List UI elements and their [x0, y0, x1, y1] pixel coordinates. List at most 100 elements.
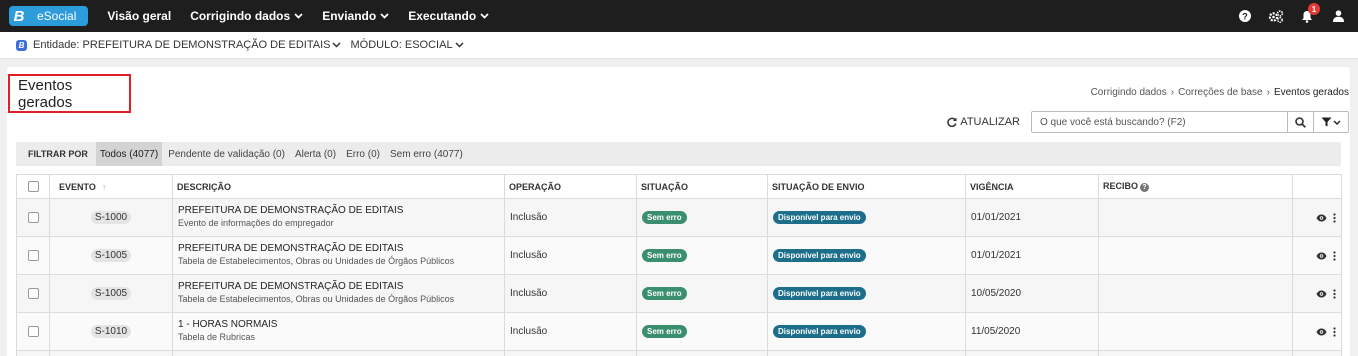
more-options-icon[interactable] [1333, 212, 1336, 223]
table-header-row: EVENTO ↑ DESCRIÇÃO OPERAÇÃO SITUAÇÃO SITU… [16, 174, 1342, 199]
status-badge: Sem erro [642, 325, 687, 338]
refresh-button[interactable]: ATUALIZAR [947, 116, 1020, 128]
app-logo[interactable]: B eSocial [9, 6, 89, 26]
situacao-cell: Sem erro [636, 236, 768, 275]
top-navbar: B eSocial Visão geral Corrigindo dados E… [0, 0, 1358, 32]
entity-logo-icon: B [16, 39, 27, 51]
search-input[interactable] [1031, 111, 1288, 133]
vigencia-cell: 11/05/2020 [965, 312, 1099, 351]
more-options-icon[interactable] [1333, 326, 1336, 337]
send-status-badge: Disponível para envio [773, 249, 866, 262]
eye-icon[interactable] [1316, 252, 1327, 260]
col-operacao[interactable]: OPERAÇÃO [504, 174, 637, 199]
empty-cell [1098, 350, 1293, 356]
table-row[interactable]: S-1010 1 - HORAS NORMAIS Tabela de Rubric… [16, 312, 1342, 351]
info-icon[interactable]: ? [1140, 182, 1150, 192]
chevron-down-icon [380, 13, 389, 19]
row-checkbox[interactable] [27, 250, 39, 261]
descricao-cell: PREFEITURA DE DEMONSTRAÇÃO DE EDITAIS Eve… [172, 198, 505, 237]
operacao-cell: Inclusão [504, 312, 637, 351]
send-status-badge: Disponível para envio [773, 211, 866, 224]
evento-badge: S-1005 [90, 249, 132, 262]
descricao-sub: Evento de informações do empregador [178, 218, 334, 228]
breadcrumb-link[interactable]: Correções de base [1178, 87, 1263, 98]
operacao-cell: Inclusão [504, 236, 637, 275]
module-selector[interactable]: MÓDULO: ESOCIAL [350, 39, 464, 51]
filter-erro[interactable]: Erro (0) [342, 142, 384, 166]
situacao-cell: Sem erro [636, 312, 768, 351]
situacao-cell: Sem erro [636, 198, 768, 237]
filter-sem-erro[interactable]: Sem erro (4077) [386, 142, 467, 166]
logo-b-icon: B [9, 6, 29, 26]
help-button[interactable]: ? [1234, 0, 1256, 32]
chevron-down-icon [1333, 120, 1341, 125]
situacao-envio-cell: Disponível para envio [767, 198, 966, 237]
toolbar: ATUALIZAR [947, 111, 1349, 133]
evento-cell: S-1005 [49, 274, 173, 313]
filter-alerta[interactable]: Alerta (0) [291, 142, 340, 166]
breadcrumb-link[interactable]: Corrigindo dados [1091, 87, 1167, 98]
col-recibo[interactable]: RECIBO? [1098, 174, 1293, 199]
help-icon: ? [1239, 10, 1251, 22]
row-select-cell [16, 236, 50, 275]
col-descricao[interactable]: DESCRIÇÃO [172, 174, 505, 199]
select-all-cell [16, 174, 50, 199]
empty-cell [1292, 350, 1342, 356]
main-card: Eventos gerados Corrigindo dados › Corre… [7, 67, 1350, 356]
filter-button[interactable] [1314, 111, 1349, 133]
user-icon [1332, 10, 1344, 22]
nav-enviando[interactable]: Enviando [322, 9, 389, 23]
filter-bar: FILTRAR POR Todos (4077) Pendente de val… [16, 142, 1341, 166]
table-row[interactable]: S-1005 PREFEITURA DE DEMONSTRAÇÃO DE EDI… [16, 236, 1342, 275]
nav-item-label: Visão geral [107, 9, 172, 23]
refresh-icon [947, 117, 957, 127]
filter-pendente[interactable]: Pendente de validação (0) [164, 142, 289, 166]
filter-todos[interactable]: Todos (4077) [95, 142, 163, 166]
col-situacao-envio[interactable]: SITUAÇÃO DE ENVIO [767, 174, 966, 199]
more-options-icon[interactable] [1333, 250, 1336, 261]
descricao-main: 1 - HORAS NORMAIS [178, 319, 278, 330]
operacao-cell: Inclusão [504, 198, 637, 237]
row-checkbox[interactable] [27, 212, 39, 223]
row-select-cell [16, 274, 50, 313]
more-options-icon[interactable] [1333, 288, 1336, 299]
situacao-envio-cell: Disponível para envio [767, 236, 966, 275]
table-row[interactable]: S-1000 PREFEITURA DE DEMONSTRAÇÃO DE EDI… [16, 198, 1342, 237]
entity-selector[interactable]: Entidade: PREFEITURA DE DEMONSTRAÇÃO DE … [33, 39, 342, 51]
notifications-button[interactable]: 1 [1296, 0, 1320, 32]
vigencia-cell: 01/01/2021 [965, 236, 1099, 275]
sort-up-icon: ↑ [101, 181, 107, 192]
user-button[interactable] [1327, 0, 1349, 32]
col-operacao-label: OPERAÇÃO [509, 181, 562, 192]
eye-icon[interactable] [1316, 290, 1327, 298]
descricao-cell: PREFEITURA DE DEMONSTRAÇÃO DE EDITAIS Tab… [172, 236, 505, 275]
col-situacao[interactable]: SITUAÇÃO [636, 174, 768, 199]
col-vigencia[interactable]: VIGÊNCIA [965, 174, 1099, 199]
row-checkbox[interactable] [27, 288, 39, 299]
settings-button[interactable] [1265, 0, 1287, 32]
descricao-sub: Tabela de Estabelecimentos, Obras ou Uni… [178, 256, 455, 266]
nav-corrigindo-dados[interactable]: Corrigindo dados [190, 9, 303, 23]
breadcrumb-current: Eventos gerados [1273, 87, 1349, 98]
descricao-sub: Tabela de Estabelecimentos, Obras ou Uni… [178, 294, 455, 304]
module-label: MÓDULO: ESOCIAL [350, 39, 453, 51]
descricao-cell: PREFEITURA DE DEMONSTRAÇÃO DE EDITAIS Tab… [172, 274, 505, 313]
status-badge: Sem erro [642, 211, 687, 224]
col-evento[interactable]: EVENTO ↑ [49, 174, 173, 199]
row-checkbox[interactable] [27, 326, 39, 337]
search-button[interactable] [1288, 111, 1314, 133]
empty-cell [767, 350, 966, 356]
nav-visao-geral[interactable]: Visão geral [107, 9, 171, 23]
status-badge: Sem erro [642, 287, 687, 300]
nav-item-label: Enviando [322, 9, 377, 23]
evento-cell: S-1000 [49, 198, 173, 237]
filter-label: FILTRAR POR [28, 149, 88, 159]
table-row[interactable]: S-1005 PREFEITURA DE DEMONSTRAÇÃO DE EDI… [16, 274, 1342, 313]
eye-icon[interactable] [1316, 214, 1327, 222]
select-all-checkbox[interactable] [27, 181, 39, 192]
eye-icon[interactable] [1316, 328, 1327, 336]
actions-cell [1292, 198, 1342, 237]
events-table: EVENTO ↑ DESCRIÇÃO OPERAÇÃO SITUAÇÃO SITU… [16, 174, 1342, 356]
nav-executando[interactable]: Executando [408, 9, 489, 23]
col-situacao-label: SITUAÇÃO [641, 181, 688, 192]
